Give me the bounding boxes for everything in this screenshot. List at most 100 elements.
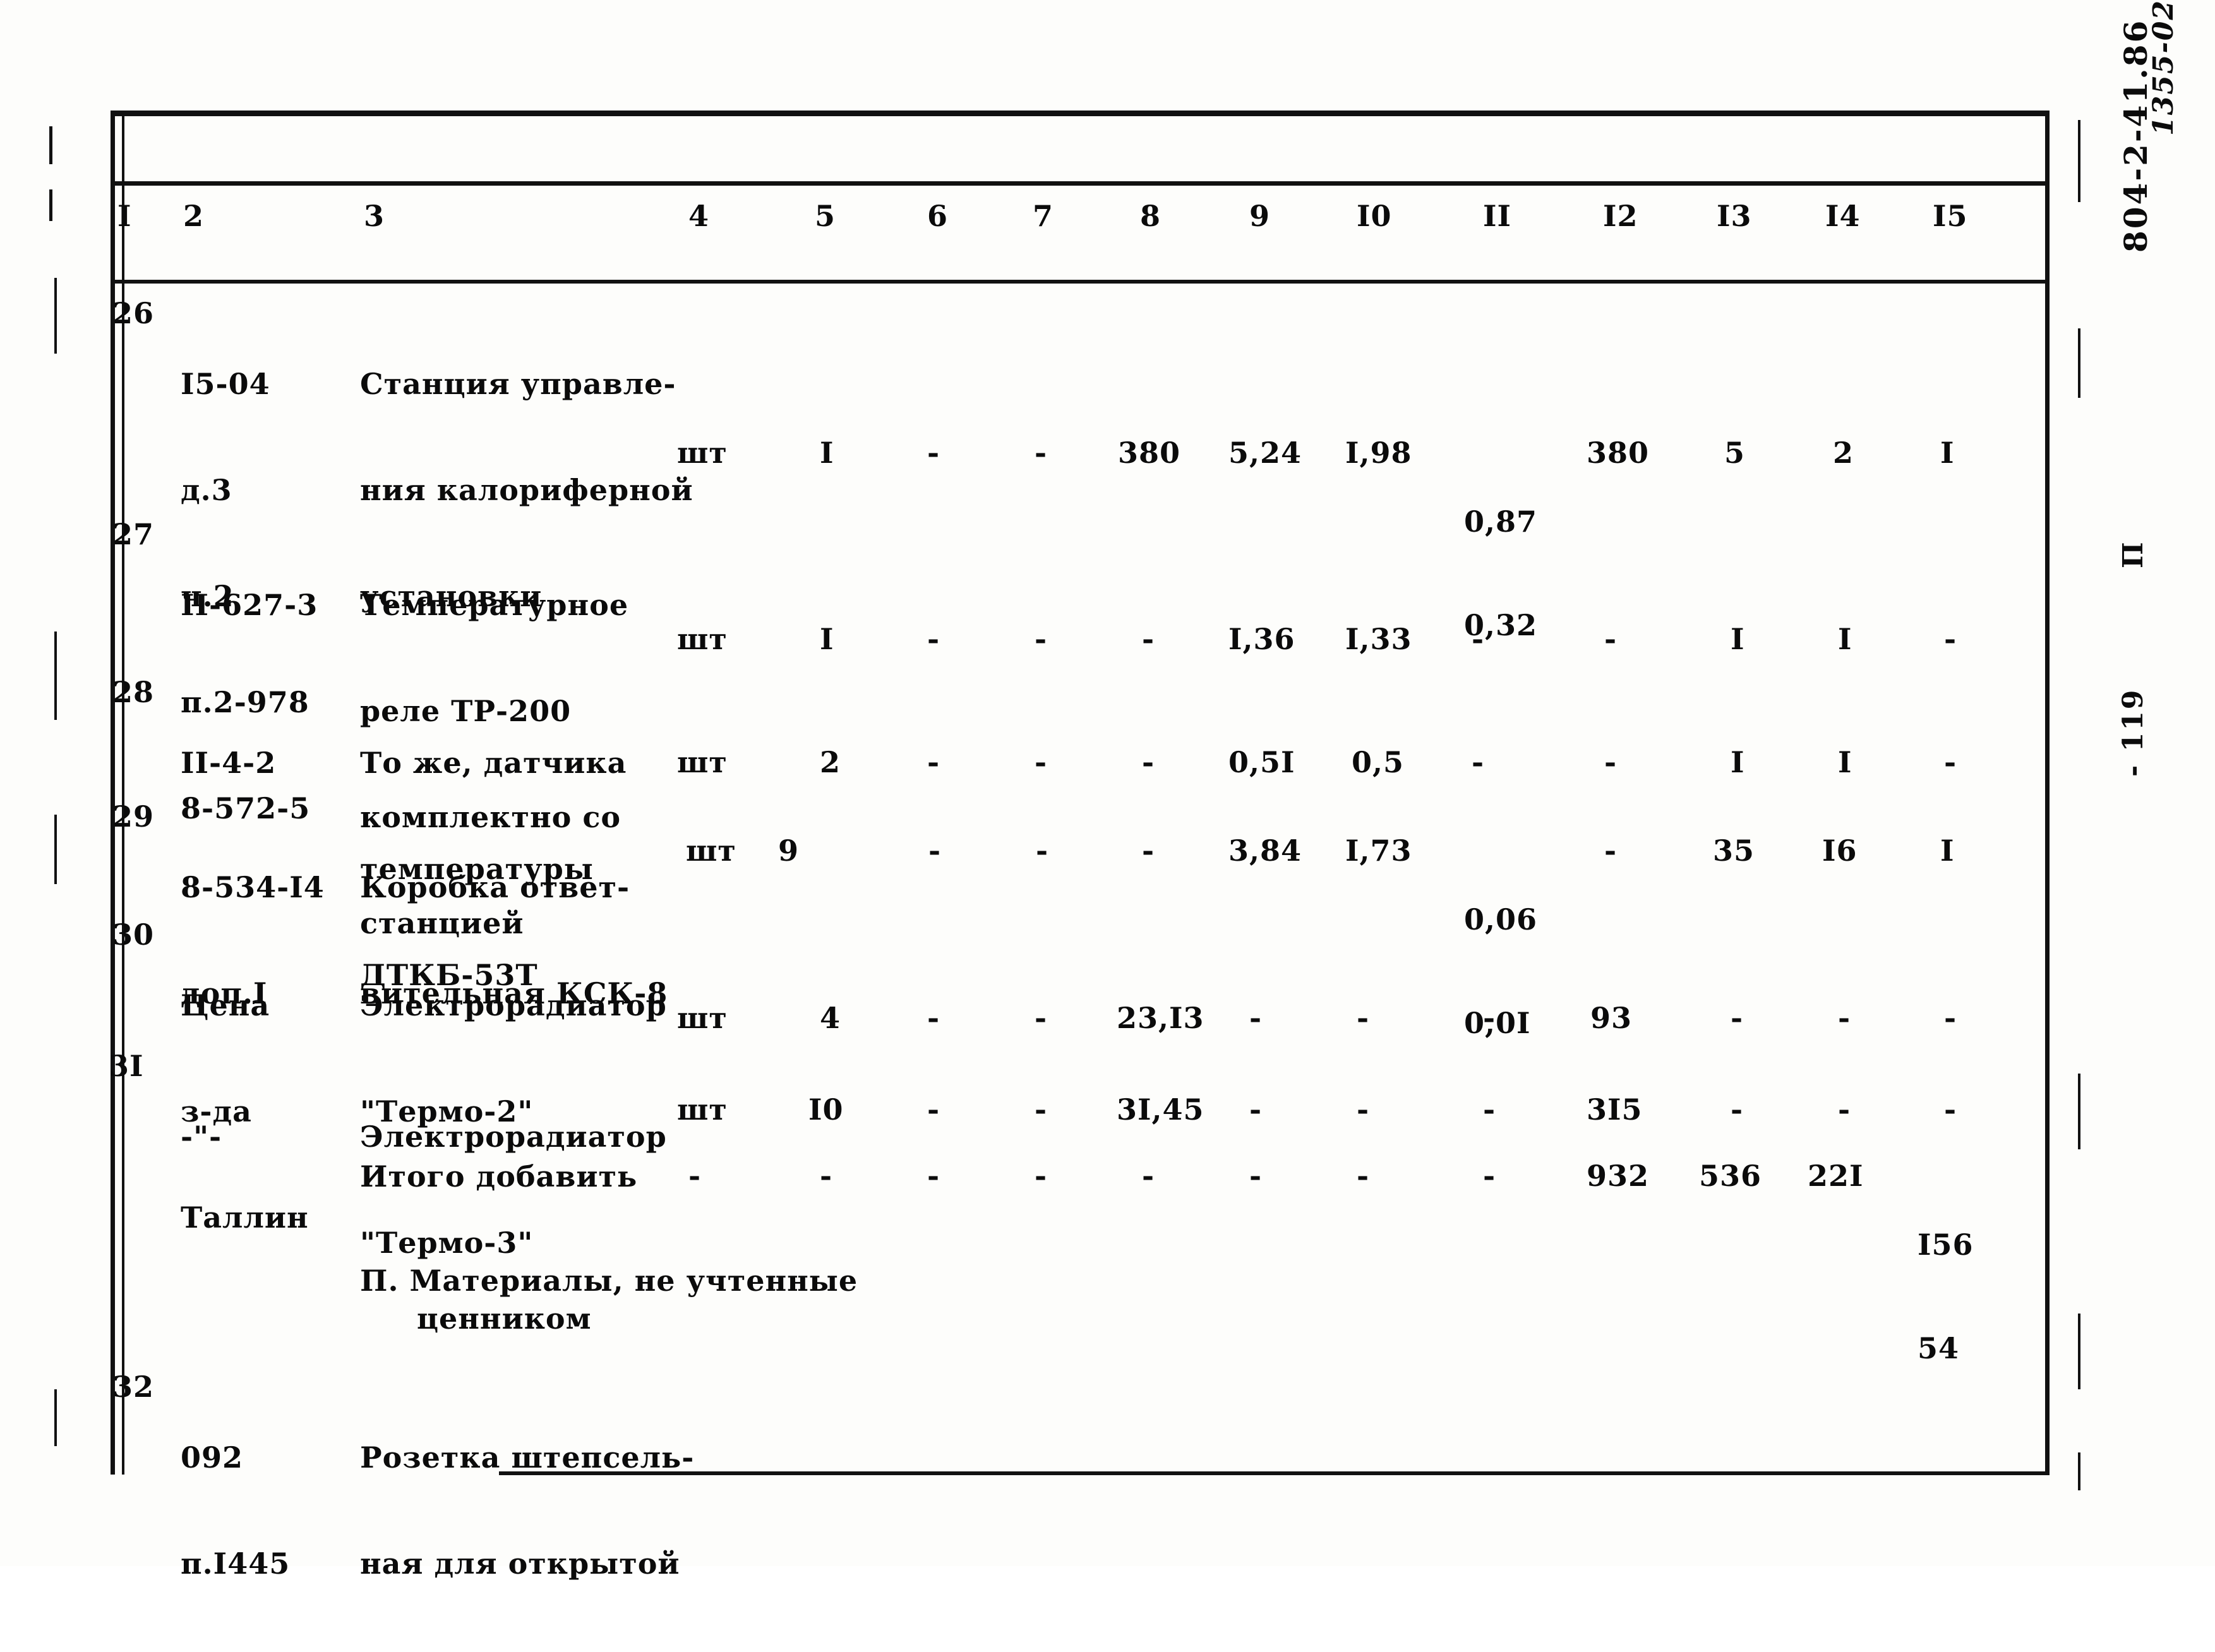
row-col9: 3,84 <box>1228 834 1302 868</box>
total-col6: - <box>927 1159 940 1193</box>
row-number: 3I <box>109 1049 144 1083</box>
row-col9: 0,5I <box>1228 745 1295 779</box>
row-name-line: Электрорадиатор <box>360 1120 667 1154</box>
row-col8: 23,I3 <box>1117 1001 1204 1035</box>
row-col11: 0,06 0,0I <box>1464 834 1537 1109</box>
row-col10: - <box>1357 1092 1370 1127</box>
row-code-line: 092 <box>181 1440 244 1475</box>
row-code-line: 8-534-I4 <box>181 870 325 904</box>
margin-page-number: - 119 <box>2117 688 2149 777</box>
column-header-10: I0 <box>1357 199 1392 233</box>
row-col11: - <box>1472 622 1485 656</box>
row-col10: I,73 <box>1345 834 1412 868</box>
row-col13: 35 <box>1713 834 1755 868</box>
row-code-line: II-627-3 <box>181 588 318 622</box>
total-col15-a: I56 <box>1918 1228 1974 1262</box>
row-name-line: Коробка ответ- <box>360 870 630 904</box>
column-header-9: 9 <box>1249 199 1271 233</box>
row-col6: - <box>928 834 942 868</box>
row-name: Розетка штепсель- ная для открытой <box>360 1369 694 1652</box>
row-col10: 0,5 <box>1352 745 1405 779</box>
row-col8: 3I,45 <box>1117 1092 1204 1127</box>
margin-section-marker: П <box>2117 540 2149 568</box>
row-col6: - <box>927 1092 940 1127</box>
row-col8: 380 <box>1118 436 1181 470</box>
row-col6: - <box>927 436 940 470</box>
row-number: 29 <box>112 799 155 834</box>
row-unit: шт <box>686 834 736 868</box>
row-col7: - <box>1035 436 1048 470</box>
row-col5: 4 <box>820 1001 841 1035</box>
column-header-12: I2 <box>1603 199 1638 233</box>
row-col5: 2 <box>820 745 841 779</box>
row-col15: - <box>1944 745 1957 779</box>
section-heading-line2: ценником <box>417 1302 592 1336</box>
row-name-line: "Термо-3" <box>360 1226 534 1260</box>
row-col11: - <box>1483 1001 1496 1035</box>
row-col12: 93 <box>1590 1001 1633 1035</box>
total-col12: 932 <box>1587 1159 1650 1193</box>
row-col15: I <box>1940 834 1955 868</box>
row-col6: - <box>927 1001 940 1035</box>
row-col8: - <box>1142 834 1155 868</box>
row-col9: - <box>1249 1092 1263 1127</box>
row-code-line: I5-04 <box>181 367 270 401</box>
row-col15: - <box>1944 622 1957 656</box>
column-header-3: 3 <box>364 199 385 233</box>
total-col4: - <box>688 1159 702 1193</box>
row-col10: I,33 <box>1345 622 1412 656</box>
row-number: 32 <box>112 1370 155 1404</box>
row-col7: - <box>1035 745 1048 779</box>
row-unit: шт <box>677 745 728 779</box>
row-col9: I,36 <box>1228 622 1295 656</box>
row-name-line: То же, датчика <box>360 746 627 780</box>
total-col9: - <box>1249 1159 1263 1193</box>
row-col12: 3I5 <box>1587 1092 1643 1127</box>
row-col11: 0,87 0,32 <box>1464 436 1537 711</box>
column-header-8: 8 <box>1140 199 1162 233</box>
row-col10: I,98 <box>1345 436 1412 470</box>
row-col6: - <box>927 622 940 656</box>
total-col11: - <box>1483 1159 1496 1193</box>
row-col7: - <box>1035 1092 1048 1127</box>
row-code: -"- <box>181 1048 245 1225</box>
row-code: II-627-3 <box>181 517 318 693</box>
row-col15: I <box>1940 436 1955 470</box>
column-header-15: I5 <box>1933 199 1968 233</box>
column-header-7: 7 <box>1033 199 1054 233</box>
total-col10: - <box>1357 1159 1370 1193</box>
row-col11: - <box>1483 1092 1496 1127</box>
row-col13: 5 <box>1724 436 1746 470</box>
row-code-line: п.I445 <box>181 1547 291 1581</box>
row-col15: - <box>1944 1092 1957 1127</box>
total-col15: I56 54 <box>1918 1159 1982 1434</box>
row-col8: - <box>1142 622 1155 656</box>
row-unit: шт <box>677 1001 728 1035</box>
row-col12: - <box>1604 834 1618 868</box>
row-col6: - <box>927 745 940 779</box>
row-code-line: II-4-2 <box>181 746 277 780</box>
row-col10: - <box>1357 1001 1370 1035</box>
row-col12: - <box>1604 622 1618 656</box>
row-col14: - <box>1838 1092 1851 1127</box>
row-unit: шт <box>677 1092 728 1127</box>
column-header-14: I4 <box>1825 199 1861 233</box>
column-header-6: 6 <box>927 199 949 233</box>
row-name-line: ная для открытой <box>360 1547 680 1581</box>
total-col7: - <box>1035 1159 1048 1193</box>
row-col14: I <box>1838 745 1852 779</box>
row-col13: I <box>1731 745 1745 779</box>
row-col7: - <box>1035 1001 1048 1035</box>
row-number: 26 <box>112 296 155 330</box>
row-code: 092 п.I445 <box>181 1369 290 1652</box>
row-col11-a: 0,06 <box>1464 902 1538 937</box>
row-name-line: Температурное <box>360 588 629 622</box>
row-col8: - <box>1142 745 1155 779</box>
row-col12: - <box>1604 745 1618 779</box>
row-col11-a: 0,87 <box>1464 505 1538 539</box>
column-header-5: 5 <box>815 199 836 233</box>
row-col5: I0 <box>808 1092 844 1127</box>
row-unit: шт <box>677 436 728 470</box>
row-code-line: д.3 <box>181 473 232 507</box>
row-name-line: Электрорадиатор <box>360 988 667 1022</box>
